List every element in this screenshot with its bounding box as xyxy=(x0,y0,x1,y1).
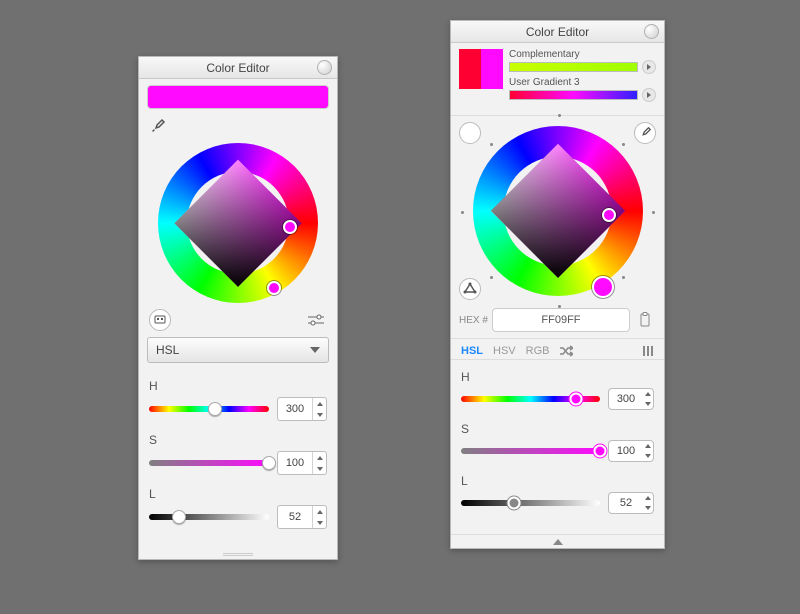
stepper-up[interactable] xyxy=(313,398,326,409)
gradient-user[interactable] xyxy=(509,90,638,100)
stepper-down[interactable] xyxy=(313,517,326,528)
hue-thumb[interactable] xyxy=(592,276,614,298)
chevron-down-icon xyxy=(310,347,320,353)
sat-slider[interactable] xyxy=(461,448,600,454)
chevron-right-icon[interactable] xyxy=(642,88,656,102)
hue-knob[interactable] xyxy=(208,402,222,416)
dropdown-value: HSL xyxy=(156,343,179,357)
stepper-up[interactable] xyxy=(643,493,653,503)
color-wheel[interactable] xyxy=(158,143,318,303)
tab-rgb[interactable]: RGB xyxy=(526,345,550,357)
light-input[interactable]: 52 xyxy=(608,492,654,514)
bars-icon[interactable] xyxy=(642,345,654,357)
sat-knob[interactable] xyxy=(262,456,276,470)
panel-title: Color Editor xyxy=(206,61,269,75)
color-model-dropdown[interactable]: HSL xyxy=(147,337,329,363)
current-color-swatch[interactable] xyxy=(147,85,329,109)
stepper-down[interactable] xyxy=(643,503,653,513)
stepper-down[interactable] xyxy=(643,399,653,409)
hex-label: HEX # xyxy=(459,315,488,326)
light-input[interactable]: 52 xyxy=(277,505,327,529)
color-editor-panel-left: Color Editor HSL xyxy=(138,56,338,560)
gradient-label-1: Complementary xyxy=(509,49,656,60)
color-compare-swatch[interactable] xyxy=(459,49,503,89)
titlebar[interactable]: Color Editor xyxy=(451,21,664,43)
s-label: S xyxy=(149,433,327,447)
hex-input[interactable]: FF09FF xyxy=(492,308,630,332)
sat-slider[interactable] xyxy=(149,460,269,466)
hue-slider[interactable] xyxy=(149,406,269,412)
hue-knob[interactable] xyxy=(570,393,583,406)
sliders-icon[interactable] xyxy=(305,309,327,331)
sat-input[interactable]: 100 xyxy=(608,440,654,462)
color-editor-panel-right: Color Editor Complementary User Gradient… xyxy=(450,20,665,549)
sat-input[interactable]: 100 xyxy=(277,451,327,475)
stepper-up[interactable] xyxy=(313,506,326,517)
resize-handle[interactable] xyxy=(139,549,337,559)
stepper-up[interactable] xyxy=(313,452,326,463)
gradient-complementary[interactable] xyxy=(509,62,638,72)
collapse-icon[interactable] xyxy=(644,24,659,39)
h-label: H xyxy=(149,379,327,393)
panel-title: Color Editor xyxy=(526,25,589,39)
light-knob[interactable] xyxy=(507,497,520,510)
gradient-label-2: User Gradient 3 xyxy=(509,77,656,88)
stepper-down[interactable] xyxy=(313,463,326,474)
h-label: H xyxy=(461,370,654,384)
hue-input[interactable]: 300 xyxy=(608,388,654,410)
hue-thumb[interactable] xyxy=(267,281,281,295)
palette-icon[interactable] xyxy=(149,309,171,331)
l-label: L xyxy=(461,474,654,488)
eyedropper-icon[interactable] xyxy=(147,115,169,137)
shuffle-icon[interactable] xyxy=(559,345,573,357)
stepper-down[interactable] xyxy=(313,409,326,420)
color-wheel[interactable] xyxy=(473,126,643,296)
collapse-icon[interactable] xyxy=(317,60,332,75)
sv-thumb[interactable] xyxy=(602,208,616,222)
expand-handle[interactable] xyxy=(451,534,664,548)
light-slider[interactable] xyxy=(149,514,269,520)
hue-slider[interactable] xyxy=(461,396,600,402)
tab-hsl[interactable]: HSL xyxy=(461,345,483,357)
clipboard-icon[interactable] xyxy=(634,309,656,331)
sv-thumb[interactable] xyxy=(283,220,297,234)
chevron-right-icon[interactable] xyxy=(642,60,656,74)
l-label: L xyxy=(149,487,327,501)
light-slider[interactable] xyxy=(461,500,600,506)
tab-hsv[interactable]: HSV xyxy=(493,345,516,357)
stepper-down[interactable] xyxy=(643,451,653,461)
hue-input[interactable]: 300 xyxy=(277,397,327,421)
titlebar[interactable]: Color Editor xyxy=(139,57,337,79)
harmony-icon[interactable] xyxy=(459,278,481,300)
stepper-up[interactable] xyxy=(643,441,653,451)
light-knob[interactable] xyxy=(172,510,186,524)
stepper-up[interactable] xyxy=(643,389,653,399)
s-label: S xyxy=(461,422,654,436)
sat-knob[interactable] xyxy=(594,445,607,458)
